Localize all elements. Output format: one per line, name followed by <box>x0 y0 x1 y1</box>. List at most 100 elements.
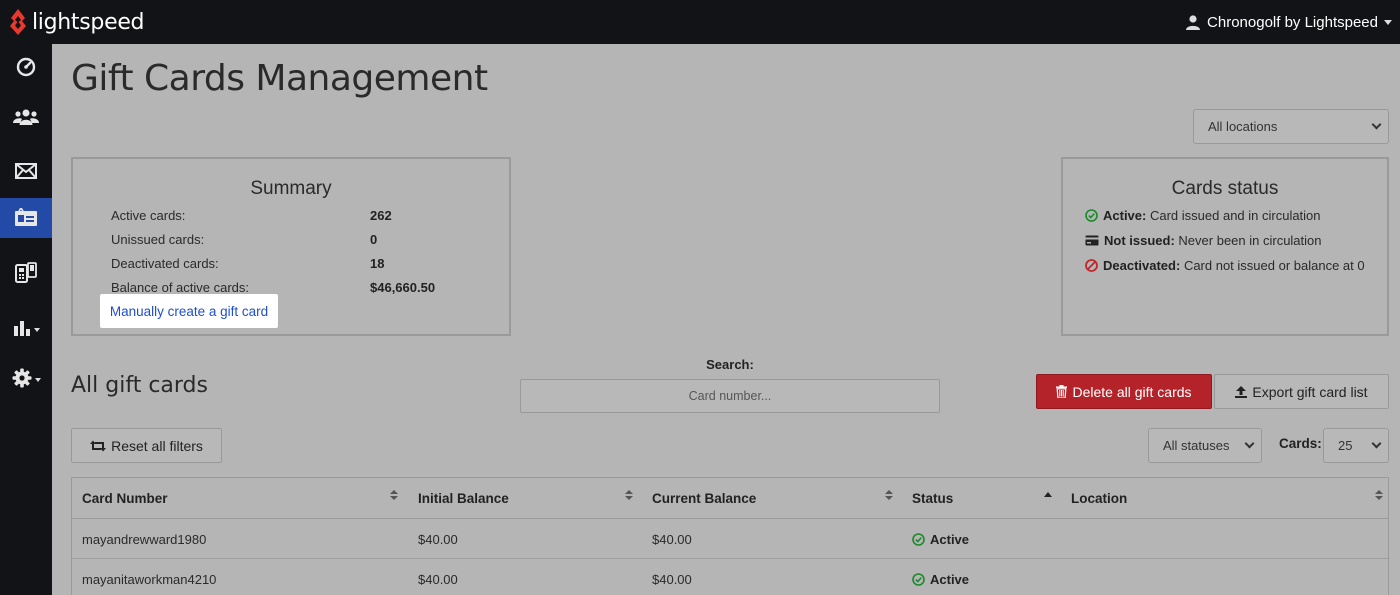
summary-label-balance: Balance of active cards: <box>111 280 250 295</box>
cards-per-page-select[interactable]: 25 <box>1323 428 1389 463</box>
envelope-icon <box>15 163 37 179</box>
status-text: Active <box>930 531 970 547</box>
ban-icon <box>1085 259 1098 272</box>
retweet-icon <box>90 440 107 451</box>
location-select[interactable]: All locations <box>1193 109 1389 144</box>
user-menu[interactable]: Chronogolf by Lightspeed <box>1185 0 1392 44</box>
gift-cards-table: Card Number Initial Balance Current Bala… <box>71 477 1389 595</box>
export-label: Export gift card list <box>1252 383 1368 400</box>
page-title: Gift Cards Management <box>71 58 488 99</box>
check-circle-icon <box>912 572 925 586</box>
user-icon <box>1186 15 1201 30</box>
cell-current-balance: $40.00 <box>652 531 692 547</box>
table-row[interactable]: mayandrewward1980 $40.00 $40.00 Active <box>72 519 1388 559</box>
table-header: Card Number Initial Balance Current Bala… <box>72 478 1388 519</box>
column-header-label: Card Number <box>82 491 168 506</box>
summary-value-unissued: 0 <box>370 232 378 247</box>
sort-icon[interactable] <box>885 490 893 502</box>
column-header-label: Location <box>1071 491 1128 506</box>
summary-label-unissued: Unissued cards: <box>111 232 205 247</box>
sidebar-item-terminals[interactable] <box>0 253 52 293</box>
brand-name: lightspeed <box>32 9 145 35</box>
gear-icon <box>12 368 31 388</box>
lightspeed-logo[interactable]: lightspeed <box>8 6 145 38</box>
chevron-down-icon <box>1384 19 1392 25</box>
reset-filters-label: Reset all filters <box>111 437 203 454</box>
reset-all-filters-button[interactable]: Reset all filters <box>71 428 222 463</box>
check-circle-icon <box>1085 209 1098 222</box>
sort-ascending-icon[interactable] <box>1044 492 1052 497</box>
chevron-down-icon <box>33 328 40 332</box>
column-header-label: Initial Balance <box>418 491 509 506</box>
chevron-down-icon <box>1371 119 1382 129</box>
sort-icon[interactable] <box>390 490 398 502</box>
summary-title: Summary <box>250 178 332 199</box>
status-term-not-issued: Not issued: <box>1104 233 1175 248</box>
sidebar-item-messages[interactable] <box>0 151 52 191</box>
sidebar-item-settings[interactable] <box>0 358 52 398</box>
top-bar: lightspeed Chronogolf by Lightspeed <box>0 0 1400 44</box>
users-icon <box>13 109 39 125</box>
status-term-deactivated: Deactivated: <box>1103 258 1181 273</box>
status-filter-value: All statuses <box>1163 438 1230 453</box>
cell-initial-balance: $40.00 <box>418 571 458 587</box>
trash-icon <box>1056 385 1068 398</box>
status-desc-not-issued: Never been in circulation <box>1178 233 1322 248</box>
credit-card-icon <box>1085 235 1099 246</box>
status-desc-deactivated: Card not issued or balance at 0 <box>1183 258 1365 273</box>
user-name: Chronogolf by Lightspeed <box>1207 13 1378 31</box>
column-header-label: Status <box>912 491 954 506</box>
cell-current-balance: $40.00 <box>652 571 692 587</box>
bar-chart-icon <box>13 321 30 336</box>
cell-card-number: mayanitaworkman4210 <box>82 571 217 587</box>
status-text: Active <box>930 571 970 587</box>
column-header-location[interactable]: Location <box>1071 478 1127 519</box>
status-legend-not-issued: Not issued: Never been in circulation <box>1085 233 1322 248</box>
sidebar <box>0 44 52 595</box>
cell-initial-balance: $40.00 <box>418 531 458 547</box>
summary-value-balance: $46,660.50 <box>370 280 436 295</box>
sort-icon[interactable] <box>1375 490 1383 502</box>
upload-icon <box>1235 385 1248 398</box>
dashboard-icon <box>16 57 36 77</box>
sidebar-item-reports[interactable] <box>0 308 52 348</box>
flame-logo-icon <box>10 9 26 35</box>
cell-status: Active <box>912 559 969 595</box>
column-header-status[interactable]: Status <box>912 478 953 519</box>
summary-value-deactivated: 18 <box>370 256 385 271</box>
sort-icon[interactable] <box>625 490 633 502</box>
column-header-card-number[interactable]: Card Number <box>82 478 168 519</box>
column-header-current-balance[interactable]: Current Balance <box>652 478 756 519</box>
all-gift-cards-title: All gift cards <box>71 373 208 398</box>
summary-label-active: Active cards: <box>111 208 186 223</box>
sidebar-item-customers[interactable] <box>0 97 52 137</box>
sidebar-item-gift-cards[interactable] <box>0 198 52 238</box>
cell-card-number: mayandrewward1980 <box>82 531 207 547</box>
export-gift-card-list-button[interactable]: Export gift card list <box>1214 374 1389 409</box>
manually-create-gift-card-link[interactable]: Manually create a gift card <box>100 294 278 328</box>
status-term-active: Active: <box>1103 208 1147 223</box>
cards-per-page-label: Cards: <box>1279 436 1322 451</box>
card-phone-icon <box>15 262 37 283</box>
status-legend-active: Active: Card issued and in circulation <box>1085 208 1321 223</box>
delete-all-label: Delete all gift cards <box>1072 383 1192 400</box>
chevron-down-icon <box>34 378 41 382</box>
cards-status-title: Cards status <box>1171 178 1279 199</box>
column-header-label: Current Balance <box>652 491 757 506</box>
search-label: Search: <box>706 357 754 372</box>
delete-all-gift-cards-button[interactable]: Delete all gift cards <box>1036 374 1212 409</box>
status-legend-deactivated: Deactivated: Card not issued or balance … <box>1085 258 1365 273</box>
table-row[interactable]: mayanitaworkman4210 $40.00 $40.00 Active <box>72 559 1388 595</box>
status-desc-active: Card issued and in circulation <box>1149 208 1321 223</box>
cell-status: Active <box>912 519 969 559</box>
chevron-down-icon <box>1371 438 1382 448</box>
check-circle-icon <box>912 532 925 546</box>
summary-value-active: 262 <box>370 208 392 223</box>
gift-card-icon <box>15 208 37 226</box>
status-filter-select[interactable]: All statuses <box>1148 428 1262 463</box>
summary-label-deactivated: Deactivated cards: <box>111 256 219 271</box>
card-number-search-input[interactable] <box>520 379 940 413</box>
cards-per-page-value: 25 <box>1338 438 1353 453</box>
sidebar-item-dashboard[interactable] <box>0 47 52 87</box>
column-header-initial-balance[interactable]: Initial Balance <box>418 478 509 519</box>
